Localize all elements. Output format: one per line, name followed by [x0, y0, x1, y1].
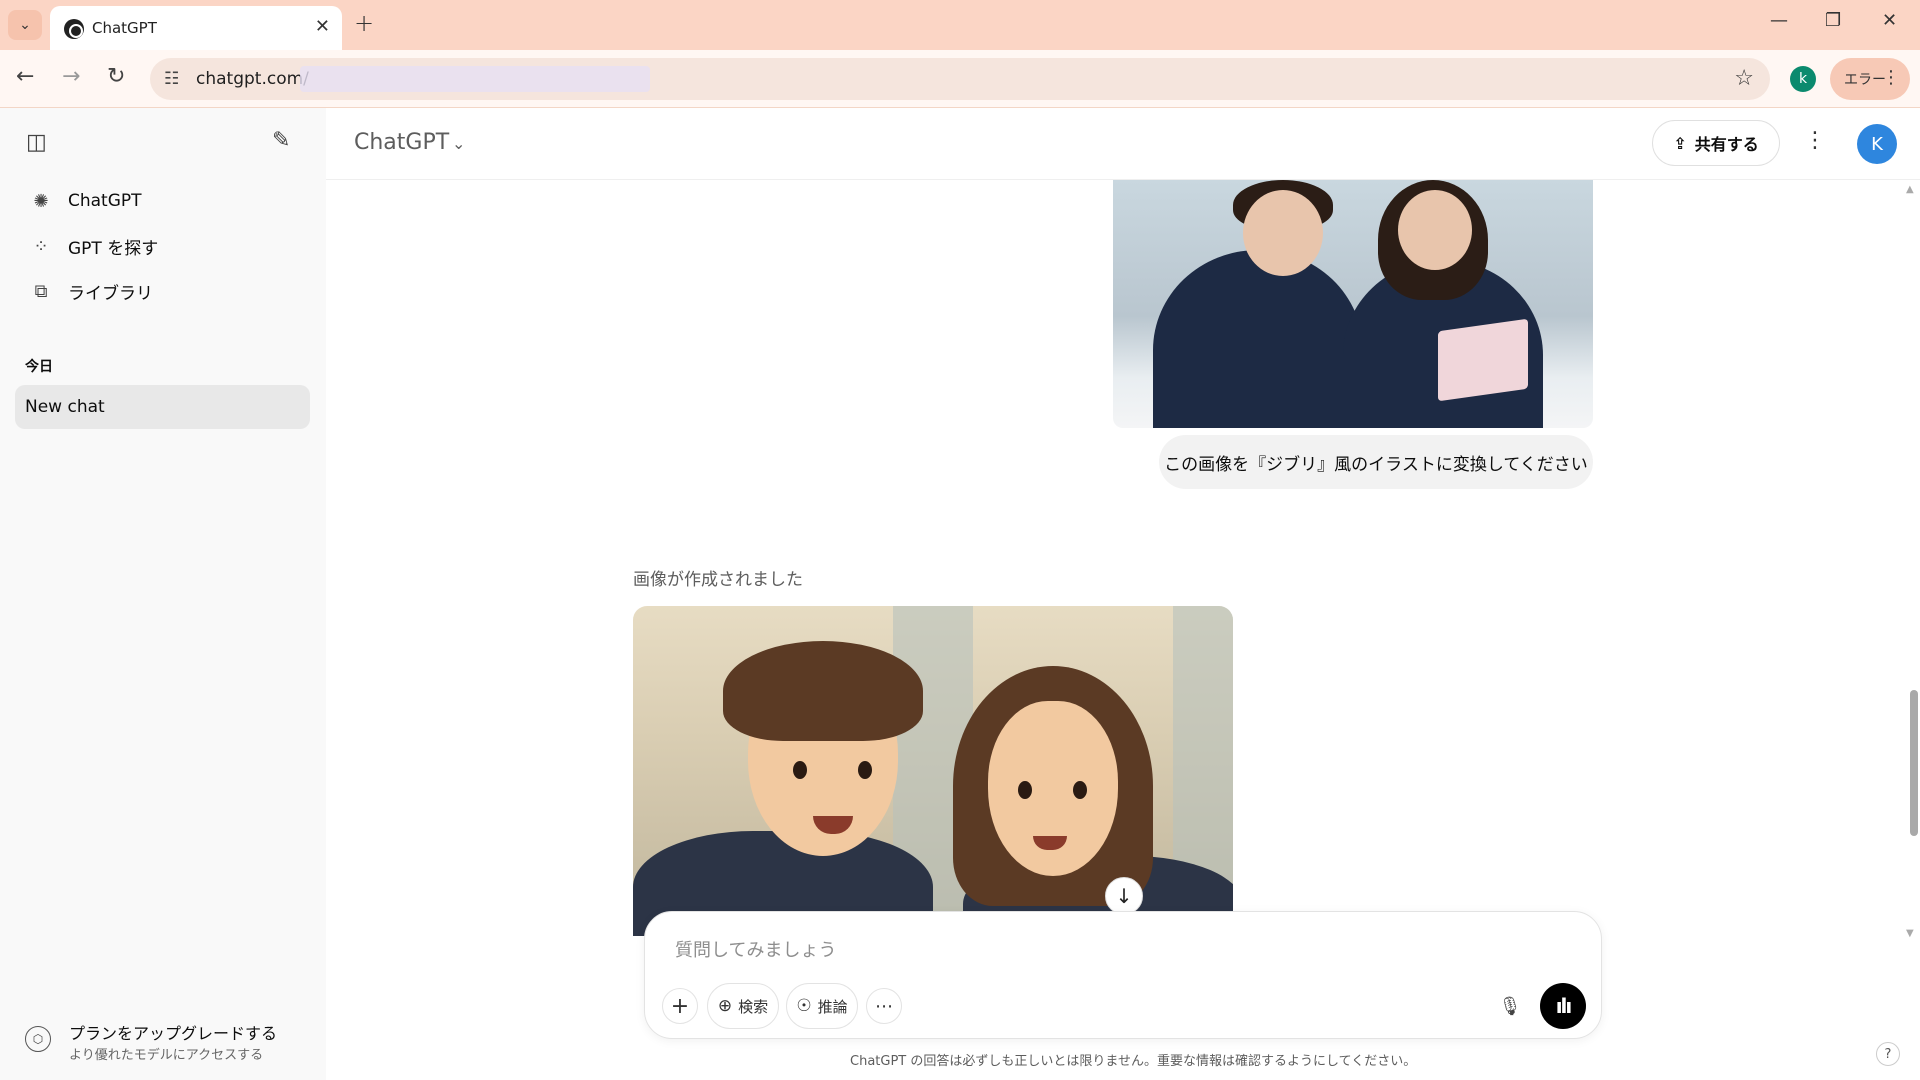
back-arrow-icon[interactable]: ←	[16, 64, 34, 89]
generated-image[interactable]	[633, 606, 1233, 936]
reload-icon[interactable]: ↻	[107, 64, 125, 89]
lightbulb-icon: ☉	[796, 996, 812, 1016]
browser-toolbar: ← → ↻ ☷ chatgpt.com/ ☆ k エラー ⋮	[0, 50, 1920, 108]
search-label: 検索	[738, 997, 769, 1016]
scrollbar-thumb[interactable]	[1910, 690, 1918, 836]
model-selector[interactable]: ChatGPT	[354, 130, 449, 155]
new-tab-button[interactable]: +	[354, 9, 374, 37]
globe-icon: ⊕	[717, 996, 733, 1016]
upgrade-plan-button[interactable]: ⬡ プランをアップグレードする より優れたモデルにアクセスする	[25, 1014, 315, 1064]
reason-label: 推論	[817, 997, 848, 1016]
chevron-down-icon[interactable]: ⌄	[452, 134, 465, 153]
main-header: ChatGPT ⌄ ⇪ 共有する ⋮ K	[326, 108, 1920, 180]
image-eye	[858, 761, 872, 779]
browser-profile-avatar[interactable]: k	[1790, 66, 1816, 92]
scroll-down-arrow-icon[interactable]: ▼	[1906, 928, 1914, 939]
window-close-icon[interactable]: ✕	[1882, 10, 1897, 31]
restore-icon[interactable]: ❐	[1825, 10, 1841, 31]
share-button[interactable]: ⇪ 共有する	[1652, 120, 1780, 166]
share-upload-icon: ⇪	[1673, 133, 1687, 153]
address-bar[interactable]: ☷ chatgpt.com/ ☆	[150, 58, 1770, 100]
upgrade-icon: ⬡	[25, 1026, 51, 1052]
upgrade-title: プランをアップグレードする	[69, 1024, 278, 1043]
assistant-status-text: 画像が作成されました	[633, 570, 803, 590]
library-icon: ⧉	[34, 280, 48, 302]
close-tab-icon[interactable]: ✕	[315, 16, 330, 37]
url-text[interactable]: chatgpt.com/	[196, 69, 309, 89]
sidebar-item-library[interactable]: ⧉ ライブラリ	[18, 271, 310, 311]
section-heading-today: 今日	[25, 359, 53, 375]
disclaimer-text: ChatGPT の回答は必ずしも正しいとは限りません。重要な情報は確認するように…	[850, 1054, 1417, 1069]
voice-mode-waveform-icon[interactable]: ılı	[1540, 983, 1586, 1029]
user-message-bubble: この画像を『ジブリ』風のイラストに変換してください	[1159, 435, 1593, 489]
browser-tab[interactable]: ChatGPT ✕	[50, 6, 342, 50]
prompt-input[interactable]: 質問してみましょう	[675, 936, 836, 962]
grid-icon: ⁘	[33, 235, 49, 257]
upgrade-subtitle: より優れたモデルにアクセスする	[69, 1048, 264, 1063]
photo-figure-boy	[1153, 250, 1363, 428]
more-tools-ellipsis-icon[interactable]: ⋯	[866, 988, 902, 1024]
search-button[interactable]: ⊕ 検索	[707, 983, 779, 1029]
image-eye	[793, 761, 807, 779]
browser-tab-bar: ⌄ ChatGPT ✕ + — ❐ ✕	[0, 0, 1920, 50]
image-eye	[1018, 781, 1032, 799]
reason-button[interactable]: ☉ 推論	[786, 983, 858, 1029]
uploaded-photo[interactable]	[1113, 180, 1593, 428]
photo-face	[1398, 190, 1472, 270]
sidebar: ◫ ✎ ✺ ChatGPT ⁘ GPT を探す ⧉ ライブラリ 今日 New c…	[0, 108, 326, 1080]
photo-book	[1438, 318, 1528, 402]
tab-title: ChatGPT	[92, 19, 157, 37]
image-boy-hair	[723, 641, 923, 741]
openai-favicon-icon	[64, 19, 84, 39]
chat-conversation: この画像を『ジブリ』風のイラストに変換してください 画像が作成されました ↓ 質…	[326, 180, 1920, 1080]
chat-history-item[interactable]: New chat	[15, 385, 310, 429]
sidebar-item-label: GPT を探す	[68, 238, 159, 259]
sidebar-toggle-icon[interactable]: ◫	[26, 130, 47, 155]
message-composer: 質問してみましょう + ⊕ 検索 ☉ 推論 ⋯ 🎙 ılı	[644, 911, 1602, 1039]
minimize-icon[interactable]: —	[1770, 10, 1788, 31]
user-avatar[interactable]: K	[1857, 124, 1897, 164]
forward-arrow-icon[interactable]: →	[62, 64, 80, 89]
microphone-icon[interactable]: 🎙	[1492, 988, 1528, 1024]
bookmark-star-icon[interactable]: ☆	[1734, 66, 1754, 91]
help-button[interactable]: ?	[1876, 1042, 1900, 1066]
sidebar-item-label: ライブラリ	[68, 283, 153, 304]
scroll-up-arrow-icon[interactable]: ▲	[1906, 184, 1914, 195]
sidebar-item-chatgpt[interactable]: ✺ ChatGPT	[18, 181, 310, 221]
share-label: 共有する	[1694, 135, 1759, 154]
scroll-to-bottom-arrow-icon[interactable]: ↓	[1105, 877, 1143, 915]
attach-plus-icon[interactable]: +	[662, 988, 698, 1024]
browser-menu-icon[interactable]: ⋮	[1882, 67, 1900, 88]
site-info-icon[interactable]: ☷	[164, 69, 179, 89]
url-redacted-region	[300, 66, 650, 92]
sidebar-item-label: ChatGPT	[68, 191, 142, 211]
tab-search-chevron-icon[interactable]: ⌄	[8, 10, 42, 40]
more-options-icon[interactable]: ⋮	[1804, 128, 1826, 153]
sidebar-item-explore-gpts[interactable]: ⁘ GPT を探す	[18, 226, 310, 266]
openai-logo-icon: ✺	[33, 190, 49, 212]
profile-error-chip[interactable]: エラー ⋮	[1830, 58, 1910, 100]
photo-face	[1243, 190, 1323, 276]
new-chat-edit-icon[interactable]: ✎	[272, 128, 290, 153]
chat-history-label: New chat	[25, 397, 105, 417]
image-eye	[1073, 781, 1087, 799]
error-chip-label: エラー	[1844, 72, 1886, 88]
